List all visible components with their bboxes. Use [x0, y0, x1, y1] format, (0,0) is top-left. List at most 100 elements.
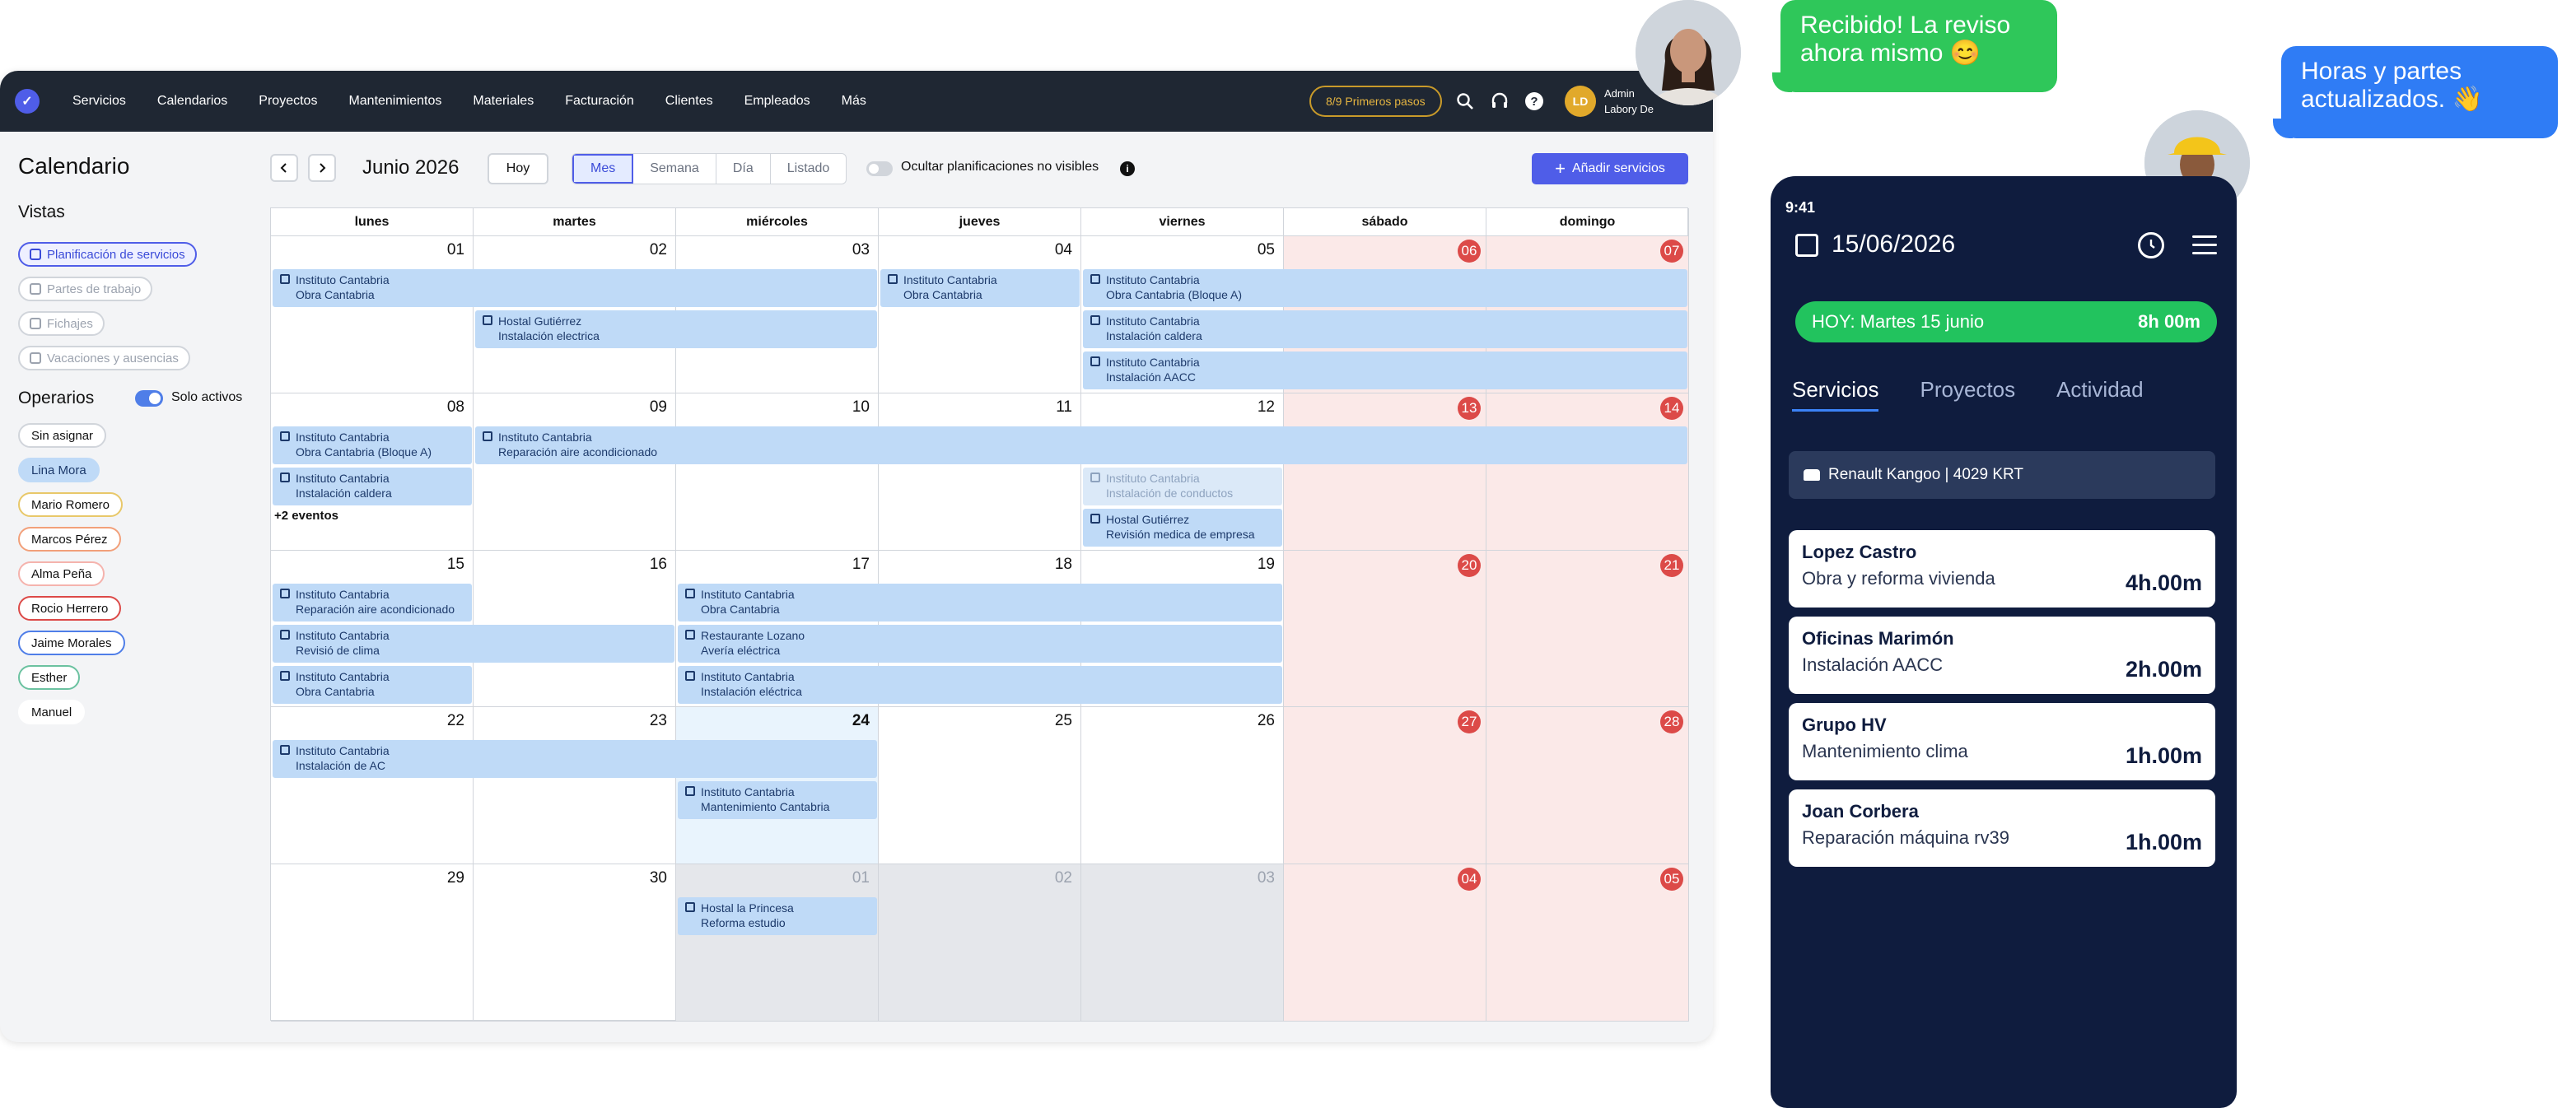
user-name[interactable]: Admin Labory De: [1604, 86, 1654, 117]
operator-chip[interactable]: Alma Peña: [18, 561, 105, 586]
app-logo-icon[interactable]: ✓: [15, 89, 40, 114]
event-calendar-icon: [483, 431, 492, 441]
calendar-event[interactable]: Instituto Cantabria Instalación caldera: [1083, 310, 1687, 348]
service-card[interactable]: Lopez Castro Obra y reforma vivienda 4h.00…: [1789, 530, 2215, 608]
day-number: 05: [1660, 868, 1683, 892]
calendar-event[interactable]: Hostal Gutiérrez Instalación electrica: [475, 310, 877, 348]
only-active-toggle[interactable]: [135, 390, 163, 407]
phone-date[interactable]: 15/06/2026: [1832, 230, 1955, 258]
event-title: Instituto Cantabria: [1106, 314, 1200, 328]
event-subtitle: Avería eléctrica: [701, 643, 781, 657]
day-cell[interactable]: 04: [1284, 864, 1486, 1022]
day-cell[interactable]: 05: [1486, 864, 1689, 1022]
day-cell[interactable]: 22: [271, 707, 474, 865]
menu-icon[interactable]: [2192, 235, 2217, 255]
calendar-event[interactable]: Instituto Cantabria Obra Cantabria: [678, 583, 1282, 622]
day-cell[interactable]: 09: [474, 393, 676, 551]
calendar-event[interactable]: Instituto Cantabria Instalación caldera: [273, 467, 472, 505]
operator-chip[interactable]: Rocio Herrero: [18, 596, 122, 621]
view-chip-1[interactable]: Partes de trabajo: [18, 277, 153, 301]
day-cell[interactable]: 01: [271, 236, 474, 393]
operator-chip[interactable]: Marcos Pérez: [18, 527, 121, 552]
calendar-event[interactable]: Instituto Cantabria Reparación aire acond…: [475, 426, 1687, 464]
more-events-link[interactable]: +2 eventos: [274, 509, 338, 523]
day-cell[interactable]: 14: [1486, 393, 1689, 551]
calendar-event[interactable]: Instituto Cantabria Obra Cantabria (Bloqu…: [273, 426, 472, 464]
operator-chip[interactable]: Esther: [18, 665, 81, 690]
nav-item-materiales[interactable]: Materiales: [473, 94, 534, 109]
calendar-event[interactable]: Hostal Gutiérrez Revisión medica de empre…: [1083, 508, 1282, 547]
calendar-event[interactable]: Instituto Cantabria Obra Cantabria (Bloqu…: [1083, 269, 1687, 307]
day-cell[interactable]: 25: [879, 707, 1081, 865]
day-cell[interactable]: 27: [1284, 707, 1486, 865]
service-card[interactable]: Grupo HV Mantenimiento clima 1h.00m: [1789, 703, 2215, 780]
calendar-event[interactable]: Instituto Cantabria Obra Cantabria: [880, 269, 1080, 307]
day-cell[interactable]: 03: [1081, 864, 1284, 1022]
view-chip-2[interactable]: Fichajes: [18, 311, 105, 336]
day-cell[interactable]: 21: [1486, 550, 1689, 708]
day-cell[interactable]: 11: [879, 393, 1081, 551]
calendar-event[interactable]: Hostal la Princesa Reforma estudio: [678, 897, 877, 936]
calendar-event[interactable]: Instituto Cantabria Obra Cantabria: [273, 665, 472, 704]
add-services-button[interactable]: + Añadir servicios: [1532, 153, 1688, 184]
nav-item-clientes[interactable]: Clientes: [665, 94, 713, 109]
calendar-event[interactable]: Instituto Cantabria Instalación AACC: [1083, 351, 1687, 389]
search-icon[interactable]: [1453, 89, 1477, 114]
day-cell[interactable]: 01: [676, 864, 879, 1022]
operator-chip[interactable]: Manuel: [18, 700, 86, 724]
nav-item-mantenimientos[interactable]: Mantenimientos: [348, 94, 441, 109]
day-cell[interactable]: 26: [1081, 707, 1284, 865]
only-active-label: Solo activos: [171, 390, 243, 404]
day-cell[interactable]: 04: [879, 236, 1081, 393]
calendar-event[interactable]: Instituto Cantabria Instalación de AC: [273, 740, 877, 779]
day-cell[interactable]: 10: [676, 393, 879, 551]
day-cell[interactable]: 30: [474, 864, 676, 1022]
nav-item-empleados[interactable]: Empleados: [744, 94, 810, 109]
help-icon[interactable]: ?: [1522, 89, 1547, 114]
nav-item-mas[interactable]: Más: [842, 94, 866, 109]
mode-tab-2[interactable]: Día: [716, 154, 771, 184]
view-chip-3[interactable]: Vacaciones y ausencias: [18, 346, 190, 370]
mode-tab-3[interactable]: Listado: [771, 154, 847, 184]
today-button[interactable]: Hoy: [488, 153, 548, 184]
calendar-event[interactable]: Instituto Cantabria Instalación eléctrica: [678, 665, 1282, 704]
phone-tab-servicios[interactable]: Servicios: [1792, 377, 1879, 412]
operator-chip[interactable]: Sin asignar: [18, 423, 107, 448]
day-cell[interactable]: 20: [1284, 550, 1486, 708]
day-cell[interactable]: 13: [1284, 393, 1486, 551]
nav-item-facturacion[interactable]: Facturación: [565, 94, 634, 109]
service-card[interactable]: Joan Corbera Reparación máquina rv39 1h.00…: [1789, 789, 2215, 867]
next-month-button[interactable]: [308, 154, 336, 182]
phone-tab-proyectos[interactable]: Proyectos: [1920, 377, 2015, 412]
day-cell[interactable]: 28: [1486, 707, 1689, 865]
hide-plans-toggle[interactable]: [866, 161, 893, 176]
calendar-event[interactable]: Instituto Cantabria Obra Cantabria: [273, 269, 877, 307]
calendar-event[interactable]: Instituto Cantabria Revisió de clima: [273, 624, 674, 663]
calendar-event[interactable]: Restaurante Lozano Avería eléctrica: [678, 624, 1282, 663]
mode-tab-0[interactable]: Mes: [572, 154, 634, 184]
day-cell[interactable]: 02: [879, 864, 1081, 1022]
nav-item-servicios[interactable]: Servicios: [72, 94, 126, 109]
first-steps-pill[interactable]: 8/9 Primeros pasos: [1309, 86, 1442, 117]
headset-icon[interactable]: [1487, 89, 1512, 114]
day-cell[interactable]: 29: [271, 864, 474, 1022]
phone-tab-actividad[interactable]: Actividad: [2056, 377, 2144, 412]
day-cell[interactable]: 23: [474, 707, 676, 865]
operator-chip[interactable]: Jaime Morales: [18, 631, 125, 655]
vehicle-bar[interactable]: Renault Kangoo | 4029 KRT: [1789, 451, 2215, 499]
prev-month-button[interactable]: [270, 154, 298, 182]
calendar-event[interactable]: Instituto Cantabria Instalación de conduc…: [1083, 467, 1282, 505]
info-icon[interactable]: i: [1120, 161, 1135, 176]
view-chip-0[interactable]: Planificación de servicios: [18, 242, 197, 267]
service-card[interactable]: Oficinas Marimón Instalación AACC 2h.00m: [1789, 617, 2215, 694]
clock-icon[interactable]: [2138, 232, 2164, 258]
calendar-icon[interactable]: [1795, 234, 1818, 257]
user-avatar[interactable]: LD: [1565, 86, 1596, 117]
operator-chip[interactable]: Mario Romero: [18, 492, 124, 517]
operator-chip[interactable]: Lina Mora: [18, 458, 100, 482]
nav-item-proyectos[interactable]: Proyectos: [259, 94, 317, 109]
nav-item-calendarios[interactable]: Calendarios: [157, 94, 227, 109]
mode-tab-1[interactable]: Semana: [633, 154, 716, 184]
calendar-event[interactable]: Instituto Cantabria Mantenimiento Cantabr…: [678, 781, 877, 820]
calendar-event[interactable]: Instituto Cantabria Reparación aire acond…: [273, 583, 472, 622]
